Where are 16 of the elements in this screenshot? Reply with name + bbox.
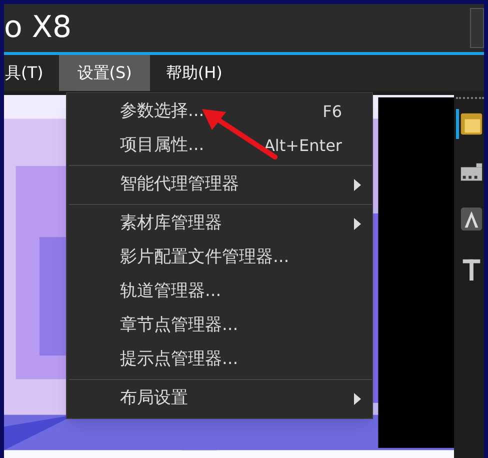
menu-option[interactable]: 章节点管理器... <box>67 309 372 343</box>
menu-option[interactable]: 提示点管理器... <box>67 343 372 377</box>
grip-icon[interactable] <box>456 97 484 101</box>
menu-option[interactable]: 影片配置文件管理器... <box>67 241 372 275</box>
menu-option[interactable]: 布局设置 <box>67 382 372 416</box>
menu-option[interactable]: 项目属性... Alt+Enter <box>67 129 372 163</box>
shortcut-label: Alt+Enter <box>264 135 342 157</box>
menu-option[interactable]: 素材库管理器 <box>67 207 372 241</box>
menu-item[interactable]: 帮助(H) <box>150 55 238 91</box>
menu-option[interactable]: 轨道管理器... <box>67 275 372 309</box>
menu-option[interactable]: 参数选择... F6 <box>67 95 372 129</box>
window-title: o X8 <box>4 13 72 43</box>
menu-item[interactable]: 具(T) <box>4 55 60 91</box>
menu-option[interactable]: 智能代理管理器 <box>67 168 372 202</box>
menu-item[interactable]: 设置(S) <box>59 55 150 91</box>
shortcut-label: F6 <box>322 101 342 123</box>
